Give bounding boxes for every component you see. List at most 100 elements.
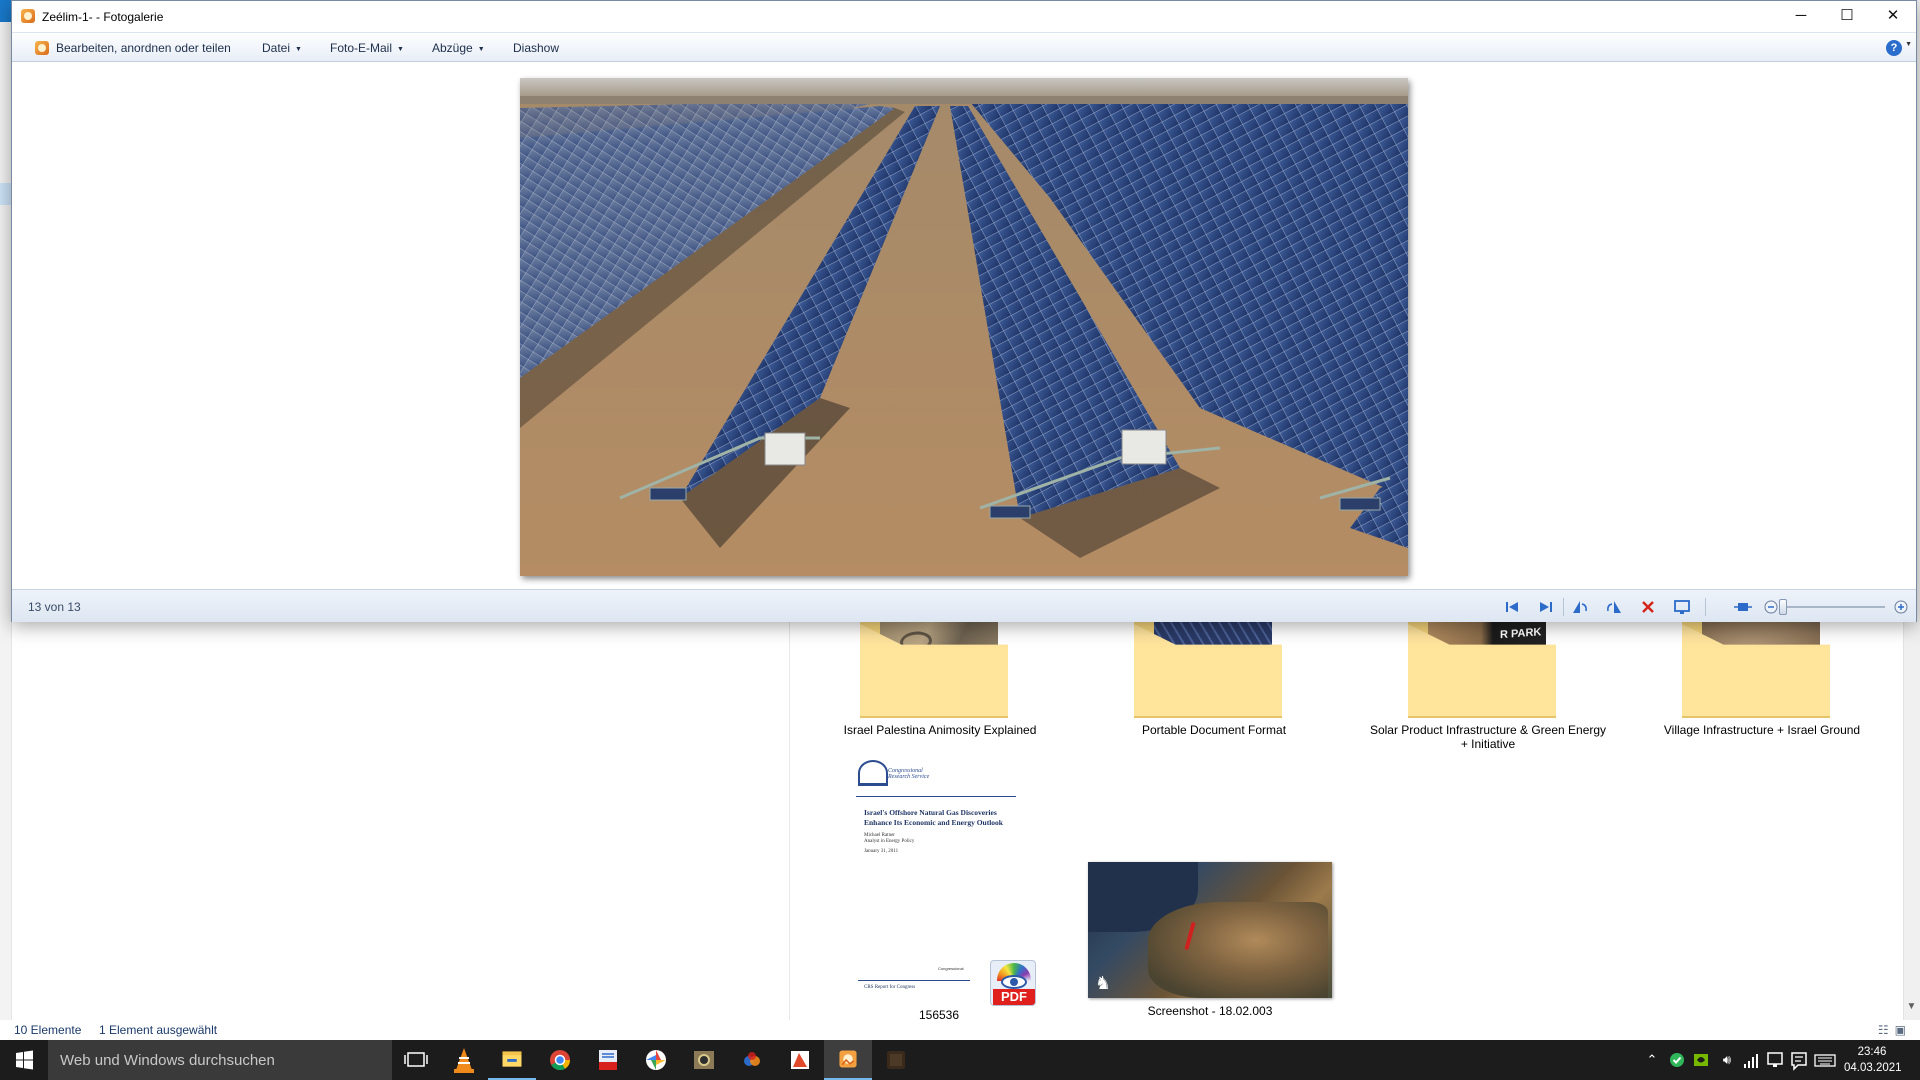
task-view-icon[interactable] [392, 1040, 440, 1080]
folder-village-infrastructure[interactable]: Village Infrastructure + Israel Ground [1642, 611, 1882, 737]
solar-farm-photo [520, 78, 1408, 576]
nvidia-icon[interactable] [1689, 1040, 1713, 1080]
pdf-badge: PDF [993, 989, 1035, 1005]
pdf-mini-title: CRS Report for Congress [864, 985, 916, 990]
picasa-icon[interactable] [632, 1040, 680, 1080]
help-icon[interactable]: ? [1886, 40, 1902, 56]
pane-divider[interactable] [789, 620, 790, 1020]
item-count: 10 Elemente [14, 1023, 82, 1037]
dropdown-arrow-icon: ▼ [477, 46, 485, 53]
keyboard-icon[interactable] [1812, 1040, 1838, 1080]
file-menu[interactable]: Datei ▼ [262, 33, 302, 63]
eye-icon [1001, 975, 1027, 989]
menu-label: Diashow [513, 41, 560, 55]
help-dropdown-icon[interactable]: ▼ [1905, 41, 1912, 48]
pdf-page-preview: Congressional CRS Report for Congress [858, 960, 970, 1000]
photo-gallery-icon[interactable] [824, 1040, 872, 1080]
photo-gallery-window: Zeélim-1- - Fotogalerie ─ ☐ ✕ Bearbeiten… [11, 0, 1917, 622]
menu-label: Bearbeiten, anordnen oder teilen [56, 41, 231, 55]
dark-app-icon[interactable] [872, 1040, 920, 1080]
action-center-icon[interactable] [1788, 1040, 1810, 1080]
chrome-icon[interactable] [536, 1040, 584, 1080]
volume-icon[interactable]: 🔊︎ [1716, 1040, 1738, 1080]
close-button[interactable]: ✕ [1870, 1, 1916, 32]
security-check-icon[interactable] [1665, 1040, 1689, 1080]
edit-organize-share-button[interactable]: Bearbeiten, anordnen oder teilen [56, 33, 231, 63]
screenshot-thumbnail[interactable]: ♞ [1088, 862, 1332, 998]
dropdown-arrow-icon: ▼ [397, 46, 404, 53]
menu-label: Abzüge [432, 41, 473, 55]
details-view-icon[interactable]: ☷ [1878, 1023, 1895, 1037]
pdf-viewer-icon[interactable] [584, 1040, 632, 1080]
map-land [1148, 902, 1328, 998]
tiles-view-icon[interactable]: ▣ [1895, 1023, 1912, 1037]
first-photo-icon[interactable] [1501, 596, 1523, 618]
folder-label: Portable Document Format [1141, 723, 1287, 737]
zoom-in-icon[interactable] [1890, 596, 1912, 618]
prints-menu[interactable]: Abzüge ▼ [432, 33, 485, 63]
navigation-bar: 13 von 13 [12, 589, 1916, 622]
explorer-status-bar: 10 Elemente 1 Element ausgewählt ☷▣ [0, 1020, 1920, 1040]
system-clock[interactable]: 23:46 04.03.2021 [1844, 1044, 1902, 1076]
show-hidden-icons[interactable]: ⌃ [1642, 1040, 1662, 1080]
document-date: January 31, 2011 [864, 849, 899, 854]
horse-logo-icon: ♞ [1094, 973, 1112, 993]
office-icon[interactable] [776, 1040, 824, 1080]
rotate-right-icon[interactable] [1603, 596, 1625, 618]
fit-window-icon[interactable] [1732, 596, 1754, 618]
park-overlay-text: R PARK [1500, 626, 1542, 642]
minimize-button[interactable]: ─ [1778, 1, 1824, 32]
edit-icon [35, 41, 49, 55]
seal-text: Congressional Research Service [888, 768, 930, 780]
folder-label: Israel Palestina Animosity Explained [843, 723, 1037, 737]
photo-gallery-icon [21, 9, 35, 23]
selection-count: 1 Element ausgewählt [99, 1023, 218, 1037]
document-meta: Michael Ratner Analyst in Energy Policy … [864, 833, 1014, 855]
pdf-icon: PDF [990, 960, 1036, 1006]
folder-solar-product-infrastructure[interactable]: R PARK Solar Product Infrastructure & Gr… [1368, 611, 1608, 751]
search-placeholder: Web und Windows durchsuchen [60, 1052, 275, 1069]
separator [1705, 598, 1706, 616]
display-icon[interactable] [1671, 596, 1693, 618]
pdf-file-item[interactable]: Congressional CRS Report for Congress PD… [856, 950, 1036, 1022]
menu-label: Foto-E-Mail [330, 41, 393, 55]
capitol-seal-icon [858, 760, 888, 786]
command-bar: Bearbeiten, anordnen oder teilen Datei ▼ … [12, 32, 1916, 62]
zoom-slider-track[interactable] [1785, 606, 1885, 608]
photo-viewer-icon[interactable] [680, 1040, 728, 1080]
folder-israel-palestina[interactable]: Israel Palestina Animosity Explained [820, 611, 1060, 737]
document-role: Analyst in Energy Policy [864, 839, 915, 844]
maximize-button[interactable]: ☐ [1824, 1, 1870, 32]
divider [858, 980, 970, 981]
window-title: Zeélim-1- - Fotogalerie [42, 10, 164, 24]
zoom-slider-handle[interactable] [1779, 599, 1787, 615]
network-icon[interactable] [1740, 1040, 1762, 1080]
vlc-icon[interactable] [440, 1040, 488, 1080]
rotate-left-icon[interactable] [1569, 596, 1591, 618]
title-bar[interactable]: Zeélim-1- - Fotogalerie ─ ☐ ✕ [12, 1, 1916, 32]
last-photo-icon[interactable] [1535, 596, 1557, 618]
photo-email-menu[interactable]: Foto-E-Mail ▼ [330, 33, 404, 63]
display-tray-icon[interactable] [1764, 1040, 1786, 1080]
scroll-down-icon[interactable]: ▼ [1903, 998, 1920, 1016]
file-explorer-icon[interactable] [488, 1040, 536, 1080]
folder-portable-document-format[interactable]: Portable Document Format [1094, 611, 1334, 737]
view-mode-icons[interactable]: ☷▣ [1878, 1023, 1912, 1037]
delete-icon[interactable] [1637, 596, 1659, 618]
slideshow-button[interactable]: Diashow [513, 33, 559, 63]
folder-label: Solar Product Infrastructure & Green Ene… [1369, 723, 1607, 751]
search-box[interactable]: Web und Windows durchsuchen [48, 1040, 392, 1080]
menu-label: Datei [262, 41, 291, 55]
folder-label: Village Infrastructure + Israel Ground [1663, 723, 1861, 737]
photo-counter: 13 von 13 [28, 600, 81, 614]
windows-start-icon[interactable] [0, 1040, 48, 1080]
photo-viewer-area [12, 63, 1916, 589]
clock-time: 23:46 [1857, 1046, 1887, 1058]
file-label: Screenshot - 18.02.003 [1147, 1004, 1273, 1018]
document-title: Israel's Offshore Natural Gas Discoverie… [864, 808, 1003, 827]
document-thumbnail[interactable]: Congressional Research Service Israel's … [856, 760, 1018, 855]
dropdown-arrow-icon: ▼ [295, 46, 302, 53]
pdf-mini-header: Congressional [938, 966, 964, 971]
xara-icon[interactable] [728, 1040, 776, 1080]
taskbar: Web und Windows durchsuchen ⌃ 🔊︎ 23:46 0… [0, 1040, 1920, 1080]
